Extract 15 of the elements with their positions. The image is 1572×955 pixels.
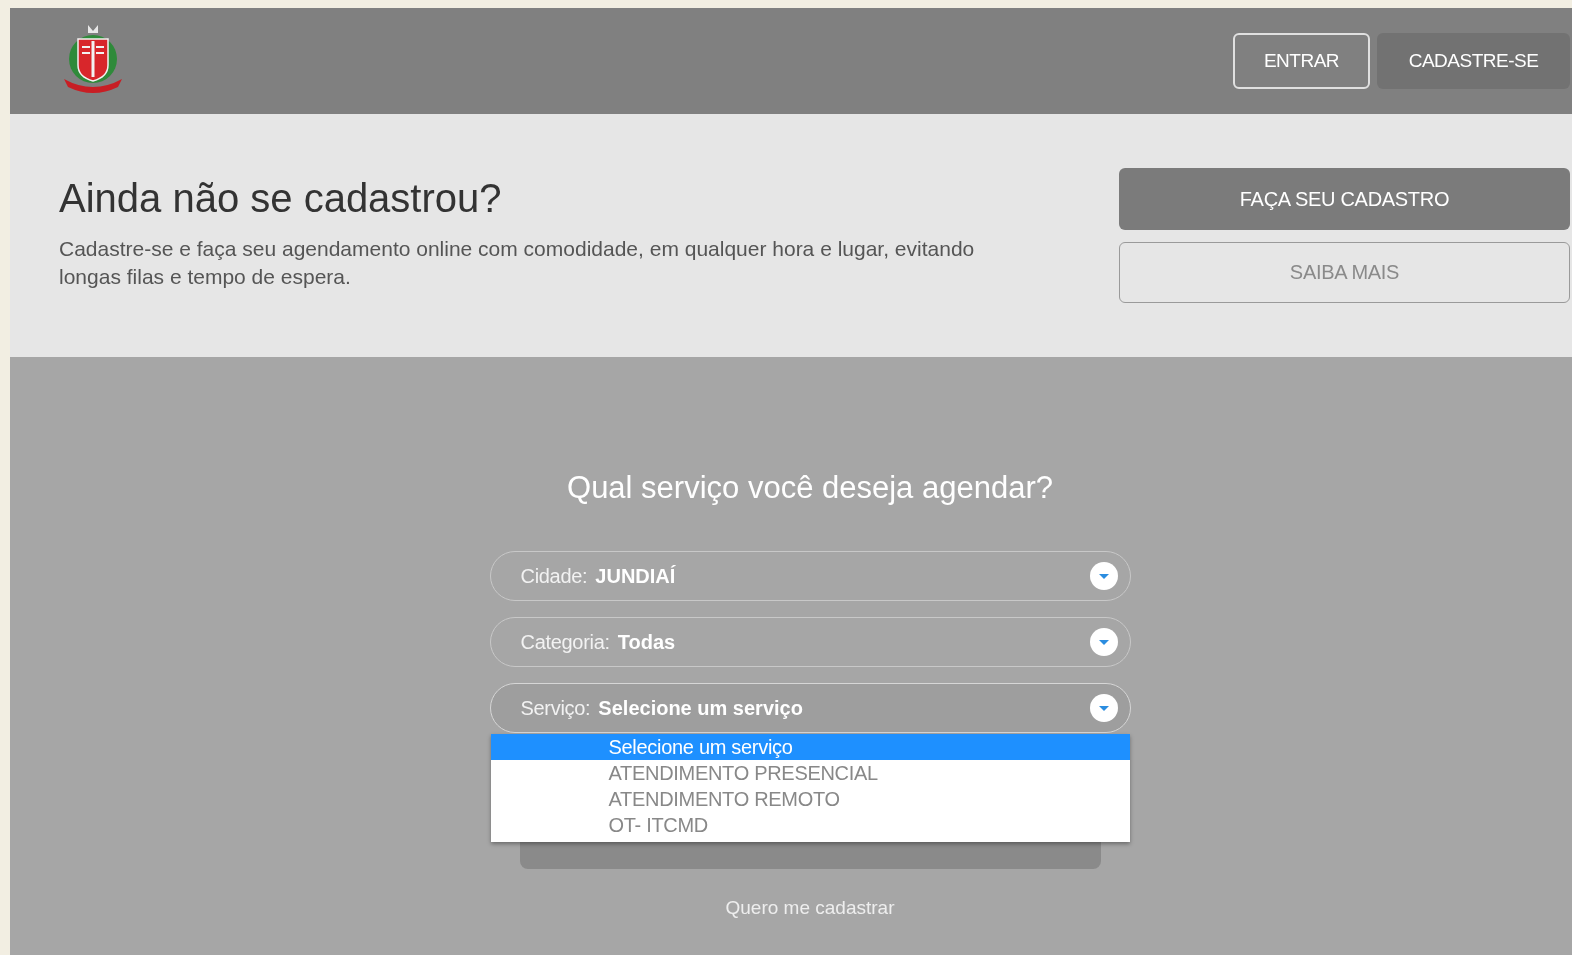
- register-link[interactable]: Quero me cadastrar: [725, 897, 895, 919]
- banner-title: Ainda não se cadastrou?: [59, 176, 503, 221]
- banner-text: Cadastre-se e faça seu agendamento online com comodidade, em qualquer hora e lugar, evitando longas filas e tempo de espera.: [59, 236, 976, 290]
- chevron-down-icon: [1089, 694, 1118, 722]
- dropdown-option[interactable]: ATENDIMENTO PRESENCIAL: [490, 760, 1130, 786]
- dropdown-option[interactable]: Selecione um serviço: [490, 734, 1130, 760]
- dropdown-option[interactable]: OT- ITCMD: [490, 812, 1130, 838]
- chevron-down-icon: [1089, 628, 1118, 656]
- login-button[interactable]: ENTRAR: [1233, 33, 1370, 89]
- register-button[interactable]: FAÇA SEU CADASTRO: [1119, 168, 1570, 230]
- form-title: Qual serviço você deseja agendar?: [567, 470, 1053, 506]
- learn-more-button[interactable]: SAIBA MAIS: [1119, 242, 1570, 303]
- chevron-down-icon: [1089, 562, 1118, 590]
- dropdown-option[interactable]: ATENDIMENTO REMOTO: [490, 786, 1130, 812]
- signup-button[interactable]: CADASTRE-SE: [1377, 33, 1570, 89]
